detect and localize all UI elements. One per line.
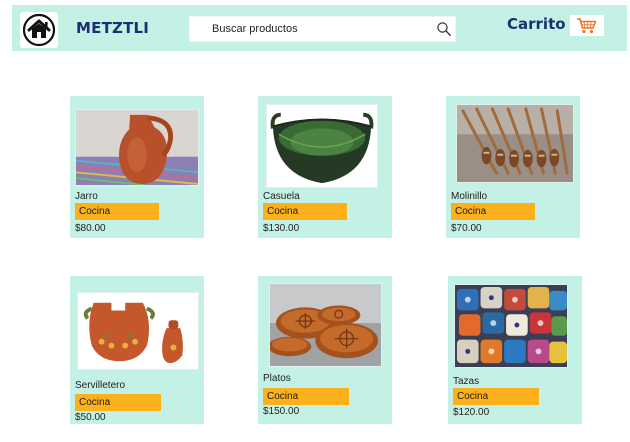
brand-logo-text[interactable]: METZTLI xyxy=(76,19,149,37)
product-price: $70.00 xyxy=(451,223,482,234)
category-badge: Cocina xyxy=(75,394,161,411)
whisk-photo xyxy=(457,105,573,182)
jug-photo xyxy=(76,110,198,185)
category-badge: Cocina xyxy=(263,203,347,220)
casserole-photo xyxy=(267,105,377,187)
home-button[interactable] xyxy=(20,12,58,48)
page: METZTLI Carrito xyxy=(0,0,630,442)
search-icon xyxy=(437,22,451,36)
category-badge: Cocina xyxy=(75,203,159,220)
product-name[interactable]: Jarro xyxy=(75,191,98,202)
product-image-jarro[interactable] xyxy=(75,109,199,186)
product-card[interactable]: Servilletero Cocina $50.00 xyxy=(70,276,204,424)
product-card[interactable]: Molinillo Cocina $70.00 xyxy=(446,96,580,238)
product-name[interactable]: Platos xyxy=(263,373,291,384)
search-button[interactable] xyxy=(434,19,454,39)
mugs-photo xyxy=(455,285,567,367)
product-image-servilletero[interactable] xyxy=(77,292,199,370)
product-price: $80.00 xyxy=(75,223,106,234)
product-name[interactable]: Servilletero xyxy=(75,380,125,391)
cart-link[interactable]: Carrito xyxy=(507,15,566,33)
product-image-tazas[interactable] xyxy=(454,284,568,368)
product-name[interactable]: Tazas xyxy=(453,376,479,387)
product-price: $150.00 xyxy=(263,406,300,417)
product-card[interactable]: Casuela Cocina $130.00 xyxy=(258,96,392,238)
product-image-molinillo[interactable] xyxy=(456,104,574,183)
product-price: $50.00 xyxy=(75,412,106,423)
napkin-holder-photo xyxy=(78,293,198,369)
product-card[interactable]: Platos Cocina $150.00 xyxy=(258,276,392,424)
cart-button[interactable] xyxy=(570,15,604,36)
search-bar xyxy=(189,16,456,42)
product-name[interactable]: Casuela xyxy=(263,191,300,202)
product-price: $130.00 xyxy=(263,223,300,234)
product-card[interactable]: Jarro Cocina $80.00 xyxy=(70,96,204,238)
plates-photo xyxy=(270,284,381,366)
shopping-cart-icon xyxy=(577,17,597,33)
product-price: $120.00 xyxy=(453,407,490,418)
category-badge: Cocina xyxy=(263,388,349,405)
search-input[interactable] xyxy=(190,17,430,41)
top-navbar: METZTLI Carrito xyxy=(12,5,627,51)
home-icon xyxy=(22,13,56,47)
product-image-platos[interactable] xyxy=(269,283,382,367)
category-badge: Cocina xyxy=(453,388,539,405)
product-name[interactable]: Molinillo xyxy=(451,191,487,202)
category-badge: Cocina xyxy=(451,203,535,220)
product-card[interactable]: Tazas Cocina $120.00 xyxy=(448,276,582,424)
product-image-casuela[interactable] xyxy=(266,104,378,188)
